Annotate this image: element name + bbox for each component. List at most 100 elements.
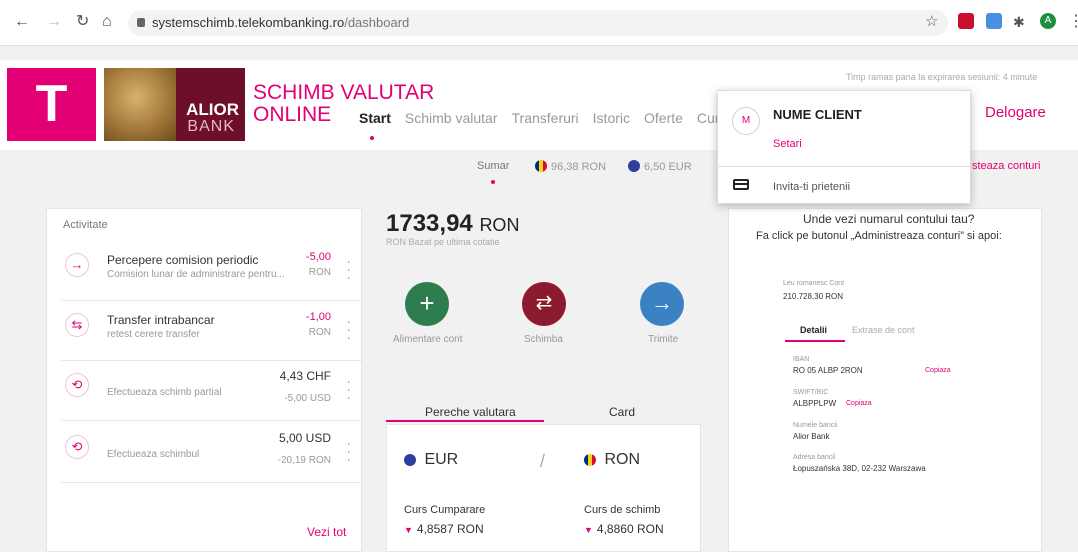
settings-link[interactable]: Setari xyxy=(773,138,802,150)
pair-separator: / xyxy=(540,451,546,471)
more-options-icon[interactable]: · · · xyxy=(346,436,351,466)
activity-row-currency: -20,19 RON xyxy=(277,455,331,466)
arrow-right-icon: → xyxy=(65,253,89,277)
iban-label: IBAN xyxy=(793,356,810,363)
alior-bank-logo: ALIOR BANK xyxy=(104,68,245,141)
manage-accounts-link[interactable]: steaza conturi xyxy=(972,160,1040,172)
back-icon[interactable]: ← xyxy=(14,12,30,32)
address-bar[interactable]: systemschimb.telekombanking.ro/dashboard xyxy=(128,10,948,36)
translate-extension-icon[interactable] xyxy=(986,13,1002,29)
help-title: Unde vezi numarul contului tau? xyxy=(803,212,975,226)
nav-transferuri[interactable]: Transferuri xyxy=(512,110,579,126)
exchange-button[interactable]: ⇄ xyxy=(522,282,566,326)
home-icon[interactable]: ⌂ xyxy=(102,12,112,32)
more-options-icon[interactable]: · · · xyxy=(346,314,351,344)
top-up-label: Alimentare cont xyxy=(393,334,463,345)
shield-extension-icon[interactable] xyxy=(958,13,974,29)
bank-name-value: Alior Bank xyxy=(793,432,830,441)
eur-balance-chip[interactable]: 6,50 EUR xyxy=(628,160,692,173)
star-icon[interactable]: ☆ xyxy=(925,12,938,32)
url-text: systemschimb.telekombanking.ro/dashboard xyxy=(152,15,410,30)
send-button[interactable]: → xyxy=(640,282,684,326)
ron-balance-chip[interactable]: 96,38 RON xyxy=(535,160,606,173)
eu-flag-icon xyxy=(628,160,640,172)
exchange-rate-label: Curs de schimb xyxy=(584,504,661,516)
to-currency[interactable]: RON xyxy=(584,451,640,469)
logout-link[interactable]: Delogare xyxy=(985,104,1046,121)
alior-text: ALIOR xyxy=(186,100,239,119)
activity-row[interactable]: ⟲ Efectueaza schimbul 5,00 USD -20,19 RO… xyxy=(61,423,361,483)
activity-row-title: Transfer intrabancar xyxy=(107,313,215,327)
balance-subtitle: RON Bazat pe ultima cotatie xyxy=(386,237,500,247)
copy-swift-link: Copiaza xyxy=(846,400,872,407)
reload-icon[interactable]: ↻ xyxy=(76,12,89,32)
nav-start[interactable]: Start xyxy=(359,110,391,126)
exchange-icon: ⟲ xyxy=(65,373,89,397)
copy-iban-link: Copiaza xyxy=(925,367,951,374)
mock-tab-details: Detalii xyxy=(800,325,828,335)
statue-image xyxy=(104,68,176,141)
activity-card: Activitate → Percepere comision periodic… xyxy=(46,208,362,552)
users-transfer-icon: ⇆ xyxy=(65,313,89,337)
browser-toolbar: ← → ↻ ⌂ systemschimb.telekombanking.ro/d… xyxy=(0,0,1078,46)
help-text: Fa click pe butonul „Administreaza contu… xyxy=(756,230,1002,242)
mock-tab-statements: Extrase de cont xyxy=(852,325,915,335)
mock-account-value: 210.728,30 RON xyxy=(783,292,844,301)
swift-value: ALBPPLPW xyxy=(793,399,837,408)
activity-title: Activitate xyxy=(63,219,108,231)
exchange-rate-value: ▼ 4,8860 RON xyxy=(584,522,664,536)
more-options-icon[interactable]: · · · xyxy=(346,254,351,284)
activity-row-currency: RON xyxy=(308,327,331,338)
romania-flag-icon xyxy=(584,454,596,466)
total-balance: 1733,94 RON xyxy=(386,210,520,237)
active-nav-indicator xyxy=(370,136,374,140)
active-tab-underline xyxy=(386,420,544,422)
summary-label[interactable]: Sumar xyxy=(477,160,509,172)
romania-flag-icon xyxy=(535,160,547,172)
down-triangle-icon: ▼ xyxy=(404,525,413,535)
activity-row-amount: 4,43 CHF xyxy=(279,369,331,383)
exchange-icon: ⟲ xyxy=(65,435,89,459)
menu-divider xyxy=(718,166,970,167)
activity-row-currency: -5,00 USD xyxy=(284,393,331,404)
card-icon xyxy=(733,179,749,190)
more-options-icon[interactable]: · · · xyxy=(346,374,351,404)
client-name: NUME CLIENT xyxy=(773,107,862,122)
swift-label: SWIFT/BIC xyxy=(793,389,829,396)
profile-avatar[interactable]: A xyxy=(1040,13,1056,29)
buy-rate-label: Curs Cumparare xyxy=(404,504,486,516)
tab-currency-pair[interactable]: Pereche valutara xyxy=(425,405,516,419)
activity-row-subtitle: Efectueaza schimb partial xyxy=(107,387,222,398)
activity-row[interactable]: ⇆ Transfer intrabancar retest cerere tra… xyxy=(61,301,361,361)
eu-flag-icon xyxy=(404,454,416,466)
nav-oferte[interactable]: Oferte xyxy=(644,110,683,126)
bank-text: BANK xyxy=(187,118,235,135)
lock-icon xyxy=(137,18,145,27)
nav-schimb-valutar[interactable]: Schimb valutar xyxy=(405,110,498,126)
tab-card[interactable]: Card xyxy=(609,405,635,419)
telekom-logo[interactable]: T xyxy=(7,68,96,141)
activity-row-amount: -1,00 xyxy=(305,311,331,323)
activity-row[interactable]: ⟲ Efectueaza schimb partial 4,43 CHF -5,… xyxy=(61,361,361,421)
from-currency[interactable]: EUR xyxy=(404,451,458,469)
see-all-link[interactable]: Vezi tot xyxy=(307,525,346,539)
activity-row-subtitle: Comision lunar de administrare pentru... xyxy=(107,269,285,280)
nav-istoric[interactable]: Istoric xyxy=(593,110,630,126)
forward-icon[interactable]: → xyxy=(46,12,62,32)
puzzle-icon[interactable]: ✱ xyxy=(1013,12,1025,32)
main-nav: Start Schimb valutar Transferuri Istoric Ofe… xyxy=(359,110,740,126)
user-menu-dropdown: M NUME CLIENT Setari Invita-ti prietenii xyxy=(717,90,971,204)
activity-row[interactable]: → Percepere comision periodic Comision l… xyxy=(61,241,361,301)
invite-friends-item[interactable]: Invita-ti prietenii xyxy=(773,181,850,193)
session-timer: Timp ramas pana la expirarea sesiunii: 4… xyxy=(846,72,1038,82)
mock-account-label: Leu romanesc Cont xyxy=(783,280,845,287)
activity-row-subtitle: Efectueaza schimbul xyxy=(107,449,200,460)
iban-value: RO 05 ALBP 2RON xyxy=(793,366,863,375)
activity-row-currency: RON xyxy=(308,267,331,278)
top-up-button[interactable]: + xyxy=(405,282,449,326)
menu-icon[interactable]: ⋮ xyxy=(1068,12,1078,32)
mock-tab-underline xyxy=(785,340,845,342)
send-label: Trimite xyxy=(648,334,679,345)
exchange-label: Schimba xyxy=(524,334,563,345)
bank-address-label: Adresa bancii xyxy=(793,454,836,461)
